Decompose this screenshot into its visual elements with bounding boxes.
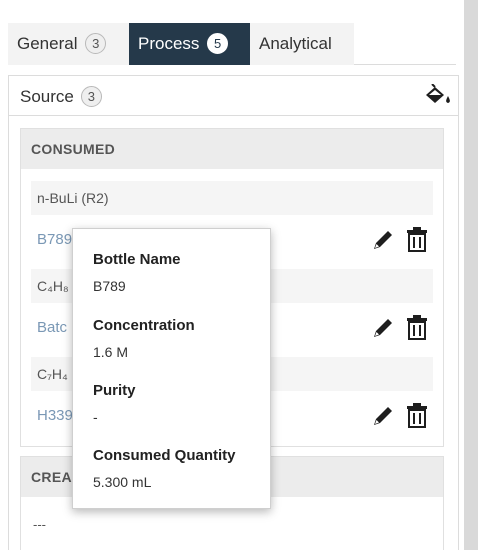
process-tabs: General 3 Process 5 Analytical bbox=[8, 23, 456, 65]
bottle-link[interactable]: B789 bbox=[37, 231, 72, 248]
tooltip-label-concentration: Concentration bbox=[93, 317, 195, 334]
tooltip-value-bottle-name: B789 bbox=[93, 278, 126, 294]
source-count-badge: 3 bbox=[80, 86, 102, 107]
trash-icon[interactable] bbox=[406, 403, 428, 429]
sample-link[interactable]: H339 bbox=[37, 407, 73, 424]
tooltip-label-purity: Purity bbox=[93, 382, 136, 399]
pencil-icon[interactable] bbox=[371, 404, 395, 428]
tab-process-label: Process bbox=[138, 34, 200, 53]
tooltip-value-consumed-quantity: 5.300 mL bbox=[93, 474, 152, 490]
tooltip-label-consumed-quantity: Consumed Quantity bbox=[93, 447, 236, 464]
source-panel-title: Source 3 bbox=[20, 86, 102, 107]
trash-icon[interactable] bbox=[406, 227, 428, 253]
batch-link[interactable]: Batc bbox=[37, 319, 67, 336]
trash-icon[interactable] bbox=[406, 315, 428, 341]
paint-bucket-icon[interactable] bbox=[423, 84, 453, 108]
pencil-icon[interactable] bbox=[371, 316, 395, 340]
source-panel-header[interactable]: Source 3 bbox=[9, 76, 458, 116]
created-empty-text: --- bbox=[33, 517, 46, 532]
tab-general-count-badge: 3 bbox=[85, 33, 107, 54]
tab-analytical[interactable]: Analytical bbox=[250, 23, 354, 65]
tab-general[interactable]: General 3 bbox=[8, 23, 129, 65]
consumed-section-header: CONSUMED bbox=[21, 129, 443, 169]
material-label: n-BuLi (R2) bbox=[31, 181, 433, 215]
tab-process-count-badge: 5 bbox=[207, 33, 229, 54]
source-title-text: Source bbox=[20, 87, 74, 106]
tab-analytical-label: Analytical bbox=[259, 34, 332, 53]
tooltip-label-bottle-name: Bottle Name bbox=[93, 251, 181, 268]
tab-process[interactable]: Process 5 bbox=[129, 23, 250, 65]
tooltip-value-purity: - bbox=[93, 409, 98, 425]
page-scrollbar[interactable] bbox=[464, 0, 478, 550]
tooltip-value-concentration: 1.6 M bbox=[93, 344, 129, 360]
pencil-icon[interactable] bbox=[371, 228, 395, 252]
tab-general-label: General bbox=[17, 34, 78, 53]
bottle-details-tooltip: Bottle Name B789 Concentration 1.6 M Pur… bbox=[72, 228, 271, 509]
